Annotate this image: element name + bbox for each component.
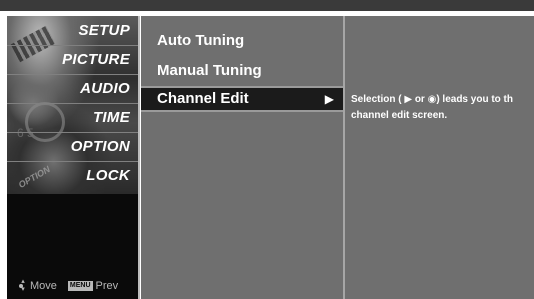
submenu-item-channel-edit[interactable]: Channel Edit ▶ bbox=[141, 86, 344, 112]
right-arrow-icon: ▶ bbox=[324, 92, 334, 106]
top-bar bbox=[0, 0, 534, 11]
category-divider bbox=[7, 132, 138, 133]
setup-submenu: Auto Tuning Manual Tuning Channel Edit ▶ bbox=[141, 16, 344, 299]
submenu-item-label: Auto Tuning bbox=[157, 32, 245, 49]
description-line-1: Selection ( ▶ or ◉) leads you to th bbox=[351, 94, 513, 105]
menu-key-icon: MENU bbox=[67, 281, 93, 291]
move-label: Move bbox=[30, 280, 57, 292]
category-setup[interactable]: SETUP bbox=[78, 22, 130, 39]
submenu-item-label: Manual Tuning bbox=[157, 62, 262, 79]
description-panel: Selection ( ▶ or ◉) leads you to th chan… bbox=[345, 16, 534, 299]
submenu-item-auto-tuning[interactable]: Auto Tuning bbox=[141, 28, 344, 54]
submenu-item-label: Channel Edit bbox=[157, 90, 249, 107]
category-divider bbox=[7, 161, 138, 162]
category-audio[interactable]: AUDIO bbox=[80, 80, 130, 97]
category-divider bbox=[7, 74, 138, 75]
prev-label: Prev bbox=[95, 280, 119, 292]
dpad-icon bbox=[15, 277, 27, 293]
clock-numbers-decoration: 6 5 bbox=[17, 126, 34, 140]
category-option[interactable]: OPTION bbox=[71, 138, 130, 155]
category-lock[interactable]: LOCK bbox=[86, 167, 130, 184]
option-decoration: OPTION bbox=[16, 164, 52, 190]
description-line-2: channel edit screen. bbox=[351, 110, 448, 121]
description-text: Selection ( ▶ or ◉) leads you to th chan… bbox=[351, 92, 534, 124]
submenu-item-manual-tuning[interactable]: Manual Tuning bbox=[141, 58, 344, 84]
category-picture[interactable]: PICTURE bbox=[62, 51, 130, 68]
category-time[interactable]: TIME bbox=[93, 109, 130, 126]
category-menu: 6 5 OPTION SETUP PICTURE AUDIO TIME OPTI… bbox=[7, 16, 140, 299]
category-divider bbox=[7, 45, 138, 46]
filmstrip-decoration bbox=[10, 25, 56, 63]
category-divider bbox=[7, 103, 138, 104]
navigation-legend: Move MENU Prev bbox=[15, 277, 119, 293]
